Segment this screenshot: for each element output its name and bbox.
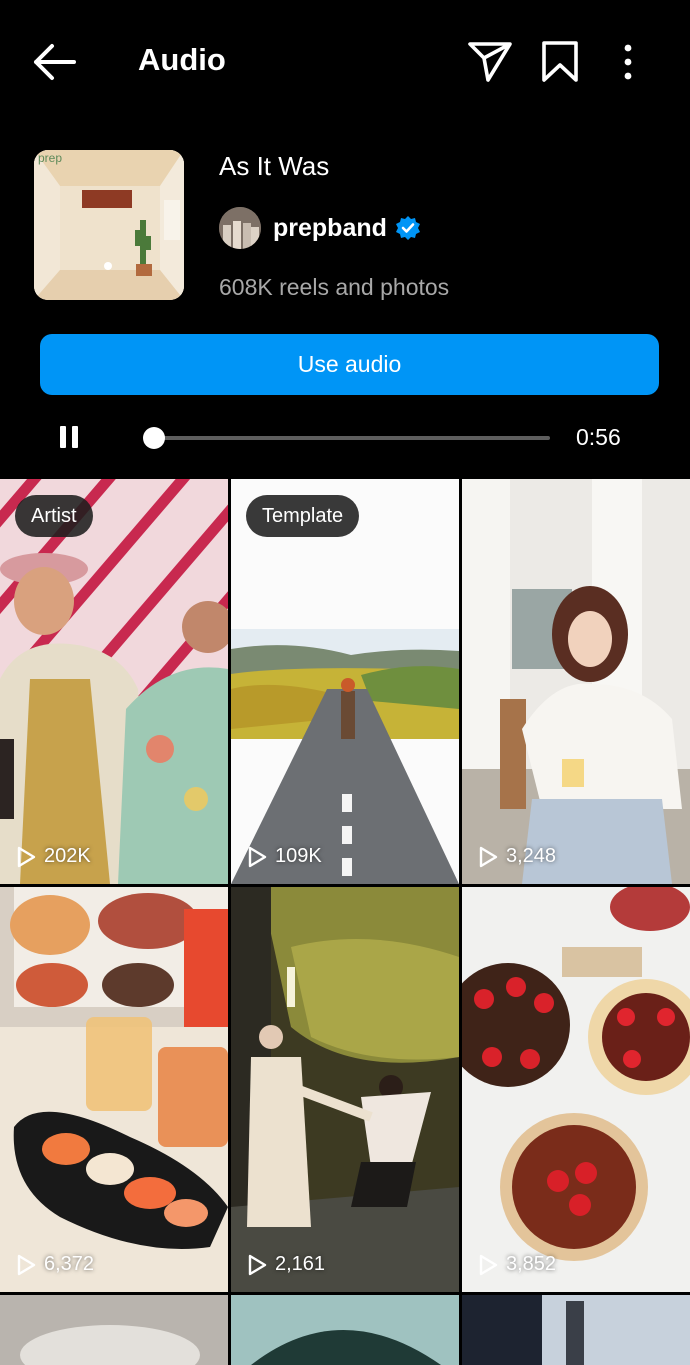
reel-tile[interactable]: 3,852	[462, 887, 690, 1292]
view-count: 6,372	[16, 1253, 94, 1276]
playback-track[interactable]	[146, 436, 550, 440]
verified-badge-icon	[395, 216, 420, 240]
pause-icon[interactable]	[58, 424, 80, 450]
playback-scrubber[interactable]	[143, 427, 166, 449]
cover-text: prep	[38, 151, 62, 165]
play-icon	[248, 846, 267, 867]
view-count-label: 202K	[44, 845, 91, 867]
top-bar: Audio	[0, 0, 690, 125]
artist-name[interactable]: prepband	[273, 214, 387, 243]
reel-tile[interactable]	[231, 1295, 459, 1365]
play-icon	[17, 1254, 36, 1275]
view-count: 202K	[16, 845, 91, 868]
elapsed-time: 0:56	[576, 424, 621, 450]
view-count-label: 3,852	[506, 1253, 557, 1275]
reel-tile[interactable]: 6,372	[0, 887, 228, 1292]
back-arrow-icon[interactable]	[28, 38, 80, 86]
tile-badge: Artist	[15, 495, 93, 537]
tile-badge: Template	[246, 495, 360, 537]
bookmark-icon[interactable]	[540, 40, 580, 84]
view-count-label: 3,248	[506, 845, 557, 867]
artist-row[interactable]: prepband	[219, 207, 421, 249]
play-icon	[248, 1254, 267, 1275]
album-cover[interactable]: prep	[34, 150, 184, 300]
reel-tile[interactable]: 2,161	[231, 887, 459, 1292]
play-icon	[17, 846, 36, 867]
reel-tile[interactable]	[462, 1295, 690, 1365]
view-count: 3,248	[478, 845, 556, 868]
avatar[interactable]	[219, 207, 261, 249]
send-icon[interactable]	[466, 38, 514, 84]
reel-tile[interactable]: Artist 202K	[0, 479, 228, 884]
more-vertical-icon[interactable]	[612, 40, 644, 84]
reels-count: 608K reels and photos	[219, 274, 450, 300]
reel-tile[interactable]	[0, 1295, 228, 1365]
song-title: As It Was	[219, 151, 330, 181]
view-count: 2,161	[247, 1253, 325, 1276]
use-audio-button[interactable]: Use audio	[40, 334, 659, 395]
view-count: 3,852	[478, 1253, 556, 1276]
view-count-label: 6,372	[44, 1253, 95, 1275]
play-icon	[479, 1254, 498, 1275]
view-count: 109K	[247, 845, 322, 868]
view-count-label: 2,161	[275, 1253, 326, 1275]
reel-tile[interactable]: 3,248	[462, 479, 690, 884]
reel-tile[interactable]: Template 109K	[231, 479, 459, 884]
view-count-label: 109K	[275, 845, 322, 867]
page-title: Audio	[138, 42, 226, 77]
play-icon	[479, 846, 498, 867]
